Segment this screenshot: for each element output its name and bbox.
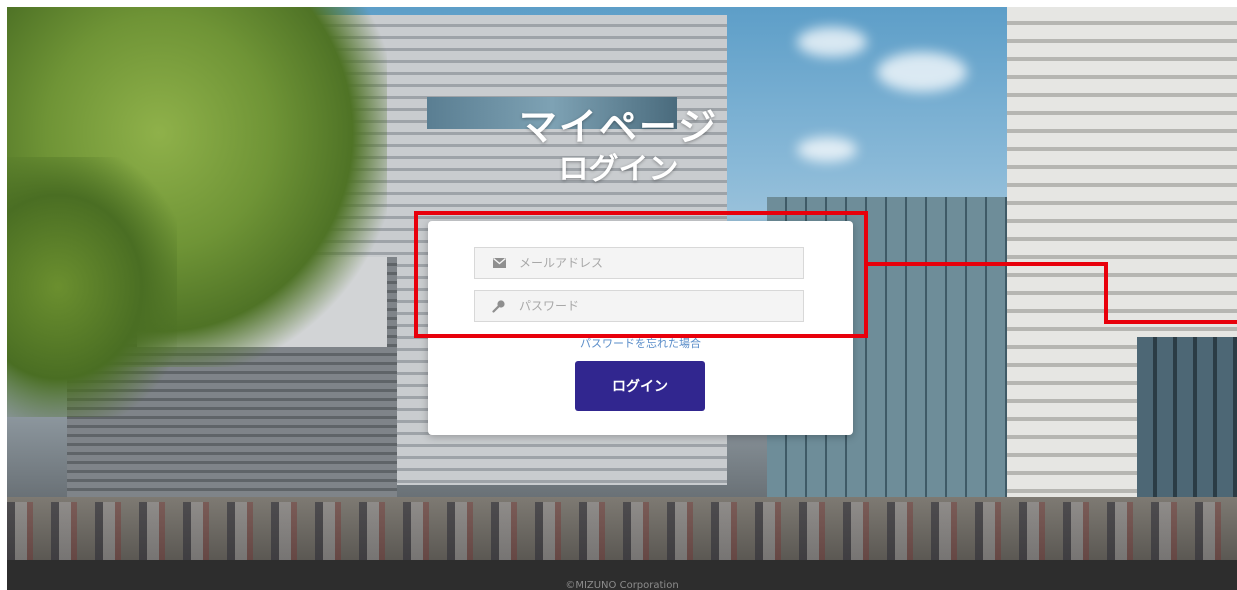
forgot-password-link[interactable]: パスワードを忘れた場合 [428,335,853,351]
key-icon [491,298,507,314]
footer: ©MIZUNO Corporation [7,560,1237,590]
copyright-text: ©MIZUNO Corporation [565,580,679,590]
crowd-of-people [7,502,1237,560]
password-field[interactable] [474,290,804,322]
page-title: マイページ [518,105,719,149]
tree-foliage-lower [7,157,177,417]
envelope-icon [491,255,507,271]
login-card: パスワードを忘れた場合 ログイン [428,221,853,435]
password-input[interactable] [517,290,803,322]
email-field[interactable] [474,247,804,279]
email-input[interactable] [517,247,803,279]
page-subtitle: ログイン [558,152,679,187]
login-button[interactable]: ログイン [575,361,705,411]
